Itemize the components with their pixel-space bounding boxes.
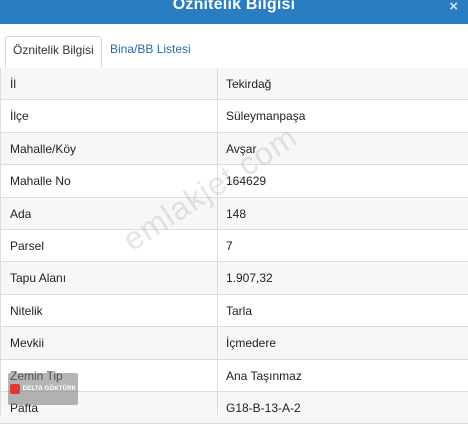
row-value: 1.907,32: [226, 271, 273, 286]
row-value: İçmedere: [226, 336, 277, 351]
row-label: Ada: [10, 206, 32, 221]
table-left-border: [0, 68, 1, 415]
tab-bar: Öznitelik Bilgisi Bina/BB Listesi: [0, 24, 468, 69]
tab-bina-bb-listesi[interactable]: Bina/BB Listesi: [103, 36, 198, 68]
row-label: Mahalle No: [10, 174, 71, 189]
column-divider: [217, 68, 218, 415]
table-row: Tapu Alanı 1.907,32: [0, 262, 468, 295]
row-value: 164629: [226, 174, 267, 189]
table-row: İl Tekirdağ: [0, 68, 468, 101]
table-row: Mahalle No 164629: [0, 165, 468, 198]
row-label: Mevkii: [10, 336, 45, 351]
table-row: Mevkii İçmedere: [0, 327, 468, 360]
row-value: Avşar: [226, 141, 257, 156]
attribute-table: İl Tekirdağ İlçe Süleymanpaşa Mahalle/Kö…: [0, 68, 468, 424]
table-row: Mahalle/Köy Avşar: [0, 132, 468, 166]
logo-text: DELTA GÖKTÜRK: [22, 386, 77, 392]
table-row: Nitelik Tarla: [0, 295, 468, 328]
row-label: Nitelik: [10, 303, 43, 318]
row-label: Tapu Alanı: [10, 271, 67, 286]
table-row: Parsel 7: [0, 230, 468, 263]
row-label: Mahalle/Köy: [10, 141, 77, 156]
row-value: Tekirdağ: [226, 77, 272, 91]
tab-oznitelik-bilgisi[interactable]: Öznitelik Bilgisi: [5, 36, 102, 69]
row-label: İl: [10, 77, 16, 91]
row-value: 148: [226, 206, 247, 221]
close-icon[interactable]: ×: [449, 0, 458, 15]
row-value: G18-B-13-A-2: [226, 400, 301, 415]
row-label: İlçe: [10, 109, 29, 124]
brand-logo: DELTA GÖKTÜRK: [8, 373, 78, 405]
window-title: Öznitelik Bilgisi: [172, 0, 296, 13]
row-value: Ana Taşınmaz: [226, 368, 302, 383]
window-titlebar: Öznitelik Bilgisi ×: [0, 0, 468, 24]
row-value: 7: [226, 238, 233, 253]
logo-mark-icon: [9, 384, 20, 394]
table-row: İlçe Süleymanpaşa: [0, 100, 468, 133]
row-label: Parsel: [10, 238, 45, 253]
table-row: Ada 148: [0, 197, 468, 230]
row-value: Tarla: [226, 303, 253, 318]
row-value: Süleymanpaşa: [226, 109, 306, 124]
